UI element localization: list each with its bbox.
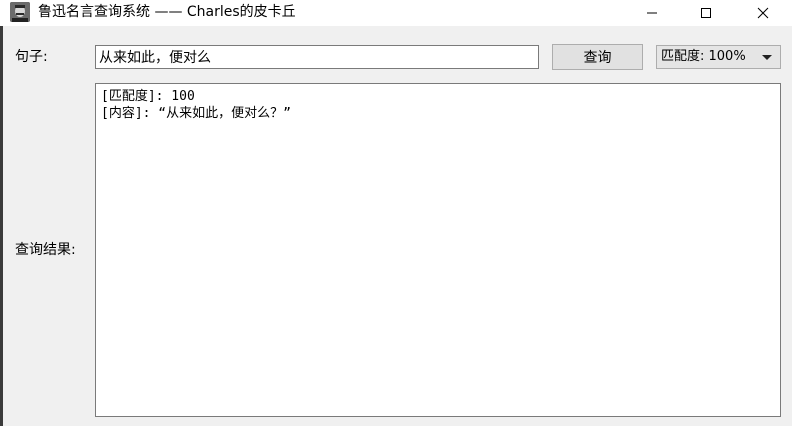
lu-xun-portrait-icon bbox=[10, 2, 30, 22]
match-degree-select[interactable]: 匹配度: 100% bbox=[656, 45, 781, 69]
result-line-content: [内容]: “从来如此，便对么？” bbox=[101, 106, 291, 121]
result-label: 查询结果: bbox=[15, 242, 76, 258]
result-line-match: [匹配度]: 100 bbox=[101, 89, 195, 104]
maximize-icon bbox=[701, 8, 711, 18]
close-icon bbox=[757, 7, 769, 19]
sentence-input[interactable] bbox=[95, 45, 539, 69]
minimize-icon bbox=[647, 12, 657, 14]
chevron-down-icon bbox=[762, 55, 772, 61]
result-textarea[interactable]: [匹配度]: 100 [内容]: “从来如此，便对么？” bbox=[95, 83, 781, 417]
sentence-label: 句子: bbox=[15, 49, 48, 65]
maximize-button[interactable] bbox=[683, 0, 729, 26]
minimize-button[interactable] bbox=[629, 0, 675, 26]
match-degree-value: 匹配度: 100% bbox=[661, 49, 746, 64]
window-edge bbox=[0, 26, 3, 426]
close-button[interactable] bbox=[740, 0, 786, 26]
query-button[interactable]: 查询 bbox=[552, 44, 643, 70]
window-title: 鲁迅名言查询系统 —— Charles的皮卡丘 bbox=[38, 4, 296, 20]
title-bar: 鲁迅名言查询系统 —— Charles的皮卡丘 bbox=[0, 0, 792, 26]
